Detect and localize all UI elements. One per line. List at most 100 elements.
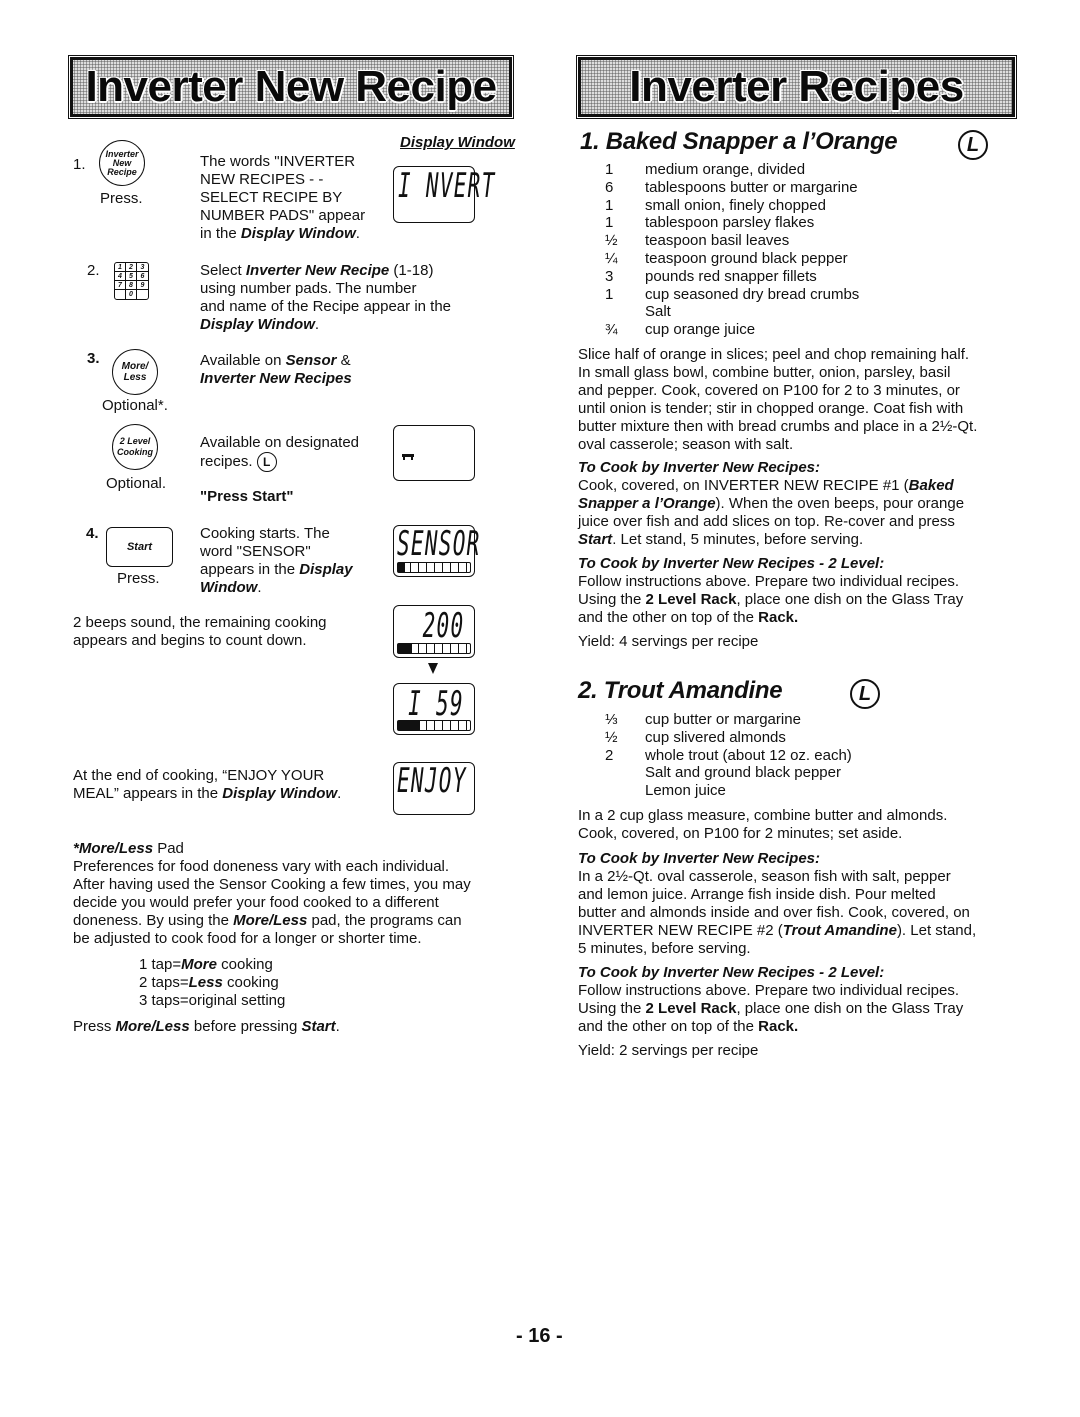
recipe-2-ingredients: ⅓ cup butter or margarine ½ cup slivered al… <box>605 711 852 800</box>
text: , place one dish on the Glass Tray <box>736 591 964 608</box>
btn-label-line: Cooking <box>117 447 153 457</box>
text-line: using number pads. The number <box>200 280 417 297</box>
text: , place one dish on the Glass Tray <box>736 1000 964 1017</box>
inverter-new-recipe-button-icon: Inverter New Recipe <box>99 140 145 186</box>
text-line: butter mixture then with bread crumbs an… <box>578 418 978 435</box>
left-banner: Inverter New Recipe <box>68 55 514 119</box>
cook-heading: To Cook by Inverter New Recipes: <box>578 850 821 867</box>
start-label: Start <box>126 541 153 553</box>
ingredient-row: ¾ cup orange juice <box>605 321 859 339</box>
text-line: oval casserole; season with salt. <box>578 436 794 453</box>
text-line: word "SENSOR" <box>200 543 311 560</box>
step-2level-action: Optional. <box>106 475 167 492</box>
text-line: Cook, covered, on P100 for 2 minutes; se… <box>578 825 903 842</box>
text-line: Start. Let stand, 5 minutes, before serv… <box>578 531 964 549</box>
text: Available on <box>200 352 286 369</box>
text-emph: 2 Level Rack <box>645 591 737 608</box>
btn-label-line: 2 Level <box>119 436 151 446</box>
text-line: NEW RECIPES - - <box>200 171 324 188</box>
text-line: appears and begins to count down. <box>73 632 307 649</box>
text-line: In a 2½-Qt. oval casserole, season fish … <box>578 868 951 885</box>
text: appears in the <box>200 561 300 578</box>
ingredient-qty: 6 <box>605 178 614 196</box>
lcd-text: I NVERT <box>398 166 496 206</box>
ingredient-row: 1 medium orange, divided <box>605 161 859 179</box>
keypad-key: 1 <box>115 263 126 272</box>
2-level-l-icon: L <box>256 452 277 472</box>
text-emph: Start <box>578 531 613 548</box>
keypad-key: 3 <box>137 263 148 272</box>
ingredient-row: 6 tablespoons butter or margarine <box>605 179 859 197</box>
lcd-text: I 59 <box>408 684 464 724</box>
text: Using the <box>578 591 646 608</box>
ingredient-item: whole trout (about 12 oz. each) <box>645 746 852 764</box>
text-emph: Start <box>301 1018 336 1035</box>
lcd-text: SENSOR <box>397 524 481 564</box>
text-line: Preferences for food doneness vary with … <box>73 858 450 875</box>
text-emph: Less <box>188 974 223 991</box>
text-emph: Display Window <box>200 316 315 333</box>
number-pad-icon: 123 456 7890 <box>114 262 149 300</box>
text-line: in the Display Window. <box>200 225 365 243</box>
text: and the other on top of the <box>578 1018 759 1035</box>
text-line: juice over fish and add slices on top. R… <box>578 513 955 530</box>
ingredient-row: ½ cup slivered almonds <box>605 729 852 747</box>
text-emph: More <box>181 956 217 973</box>
progress-bar <box>397 643 471 654</box>
text-emph: Trout Amandine <box>782 922 897 939</box>
text-emph: 2 Level Rack <box>645 1000 737 1017</box>
text: 2 taps= <box>139 974 189 991</box>
rack-symbol-leg <box>403 456 405 460</box>
page-number: - 16 - <box>516 1325 563 1347</box>
ingredient-item: teaspoon ground black pepper <box>645 249 848 267</box>
text-line: and the other on top of the Rack. <box>578 1018 963 1036</box>
text-emph: Rack. <box>758 609 799 626</box>
end-text: At the end of cooking, “ENJOY YOUR MEAL”… <box>73 767 341 803</box>
ingredient-item: cup slivered almonds <box>645 728 786 746</box>
step-1-text: The words "INVERTER NEW RECIPES - - SELE… <box>200 153 365 243</box>
recipe-1-ingredients: 1 medium orange, divided 6 tablespoons butt… <box>605 161 859 339</box>
text: (1-18) <box>389 262 434 279</box>
text-line: until onion is tender; stir in chopped o… <box>578 400 964 417</box>
text-line: Slice half of orange in slices; peel and… <box>578 346 970 363</box>
level-heading: To Cook by Inverter New Recipes - 2 Leve… <box>578 964 885 981</box>
ingredient-qty: ½ <box>605 232 618 250</box>
text-line: At the end of cooking, “ENJOY YOUR <box>73 767 325 784</box>
press-start-prompt: "Press Start" <box>200 488 294 505</box>
text-line: INVERTER NEW RECIPE #2 (Trout Amandine).… <box>578 922 976 940</box>
recipe-1-l-icon: L <box>958 130 988 160</box>
ingredient-row: ⅓ cup butter or margarine <box>605 711 852 729</box>
display-window-invert: I NVERT <box>393 166 496 223</box>
text: MEAL” appears in the <box>73 785 223 802</box>
text: Press <box>73 1018 116 1035</box>
text-line: decide you would prefer your food cooked… <box>73 894 439 911</box>
progress-bar <box>397 562 471 573</box>
ingredient-item: teaspoon basil leaves <box>645 232 790 250</box>
text-line: MEAL” appears in the Display Window. <box>73 785 341 803</box>
ingredient-qty: 1 <box>605 214 614 232</box>
step-1-action: Press. <box>100 190 143 207</box>
text-line: and name of the Recipe appear in the <box>200 298 452 315</box>
text: Select <box>200 262 246 279</box>
left-banner-title: Inverter New Recipe <box>85 62 497 111</box>
btn-label-line: Less <box>123 372 147 383</box>
ingredient-row: ½ teaspoon basil leaves <box>605 232 859 250</box>
text: doneness. By using the <box>73 912 234 929</box>
more-less-section: *More/Less Pad Preferences for food done… <box>73 840 518 1036</box>
text: ). Let stand, <box>896 922 977 939</box>
text-emph: Display Window <box>240 225 356 242</box>
text: . <box>257 579 262 596</box>
text-line: Follow instructions above. Prepare two i… <box>578 982 960 999</box>
keypad-key: 9 <box>137 281 148 290</box>
text-emph: *More/Less <box>73 840 154 857</box>
ingredient-qty: ½ <box>605 728 618 746</box>
step-1-number: 1. <box>73 156 86 173</box>
text: . <box>355 225 360 242</box>
ingredient-item: Salt <box>645 303 671 321</box>
keypad-key <box>137 290 148 299</box>
text-emph: More/Less <box>233 912 308 929</box>
ingredient-qty: ¾ <box>605 321 618 339</box>
text: recipes. <box>200 452 253 470</box>
level-heading: To Cook by Inverter New Recipes - 2 Leve… <box>578 555 885 572</box>
text-line: 2 beeps sound, the remaining cooking <box>73 614 327 631</box>
